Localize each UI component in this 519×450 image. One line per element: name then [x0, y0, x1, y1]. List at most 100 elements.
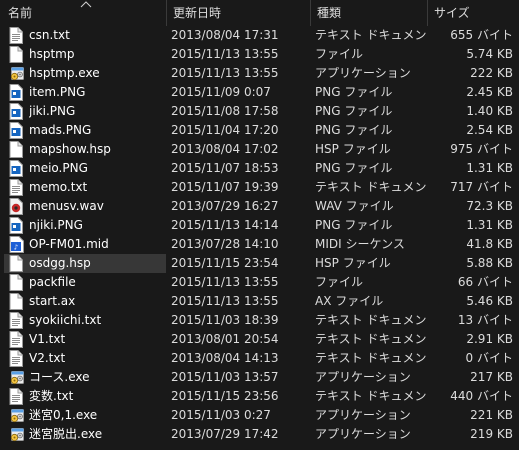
file-type: PNG ファイル: [315, 161, 393, 175]
image-file-icon: [9, 121, 25, 140]
file-modified-date: 2015/11/08 17:58: [171, 104, 279, 118]
column-header-type-label: 種類: [317, 6, 342, 20]
file-type: WAV ファイル: [315, 199, 394, 213]
file-modified-date: 2015/11/03 18:39: [171, 313, 279, 327]
text-document-icon: [9, 311, 25, 330]
file-size: 2.45 KB: [466, 85, 513, 99]
application-icon: [9, 406, 25, 425]
file-rows: csn.txt 2013/08/04 17:31 テキスト ドキュメント 655 バイ…: [0, 26, 519, 444]
file-row[interactable]: 迷宮脱出.exe 2013/07/29 17:42 アプリケーション 219 KB: [0, 425, 519, 444]
file-row[interactable]: start.ax 2015/11/13 13:55 AX ファイル 5.46 KB: [0, 292, 519, 311]
file-row[interactable]: syokiichi.txt 2015/11/03 18:39 テキスト ドキュメント…: [0, 311, 519, 330]
text-document-icon: [9, 349, 25, 368]
file-row[interactable]: packfile 2015/11/13 13:55 ファイル 66 バイト: [0, 273, 519, 292]
file-type: HSP ファイル: [315, 256, 391, 270]
file-row[interactable]: hsptmp.exe 2015/11/13 13:55 アプリケーション 222 KB: [0, 64, 519, 83]
application-icon: [9, 425, 25, 444]
file-modified-date: 2015/11/09 0:07: [171, 85, 271, 99]
file-row[interactable]: コース.exe 2015/11/03 13:57 アプリケーション 217 KB: [0, 368, 519, 387]
column-header-name-label: 名前: [8, 6, 33, 20]
file-icon: [9, 273, 25, 292]
file-row[interactable]: meio.PNG 2015/11/07 18:53 PNG ファイル 1.31 KB: [0, 159, 519, 178]
file-name: syokiichi.txt: [29, 313, 102, 327]
column-header-size[interactable]: サイズ: [428, 0, 519, 26]
file-type: HSP ファイル: [315, 142, 391, 156]
file-size: 717 バイト: [450, 180, 513, 194]
text-document-icon: [9, 178, 25, 197]
file-size: 1.31 KB: [466, 161, 513, 175]
file-row[interactable]: menusv.wav 2013/07/29 16:27 WAV ファイル 72.3 K…: [0, 197, 519, 216]
file-modified-date: 2013/07/28 14:10: [171, 237, 279, 251]
file-size: 5.46 KB: [466, 294, 513, 308]
audio-file-icon: [9, 197, 25, 216]
file-row[interactable]: 迷宮0,1.exe 2015/11/03 0:27 アプリケーション 221 KB: [0, 406, 519, 425]
file-row[interactable]: osdgg.hsp 2015/11/15 23:54 HSP ファイル 5.88 KB: [0, 254, 519, 273]
file-name: item.PNG: [29, 85, 86, 99]
file-type: アプリケーション: [315, 66, 411, 80]
file-icon: [9, 292, 25, 311]
file-name: osdgg.hsp: [29, 256, 91, 270]
file-modified-date: 2015/11/13 13:55: [171, 47, 279, 61]
file-row[interactable]: jiki.PNG 2015/11/08 17:58 PNG ファイル 1.40 KB: [0, 102, 519, 121]
file-type: PNG ファイル: [315, 104, 393, 118]
file-name: V2.txt: [29, 351, 66, 365]
file-type: テキスト ドキュメント: [315, 313, 430, 327]
file-row[interactable]: mapshow.hsp 2013/08/04 17:02 HSP ファイル 975 バ…: [0, 140, 519, 159]
file-size: 5.88 KB: [466, 256, 513, 270]
file-type: PNG ファイル: [315, 218, 393, 232]
file-row[interactable]: item.PNG 2015/11/09 0:07 PNG ファイル 2.45 KB: [0, 83, 519, 102]
file-row[interactable]: njiki.PNG 2015/11/13 14:14 PNG ファイル 1.31 KB: [0, 216, 519, 235]
file-row[interactable]: ♪ OP-FM01.mid 2013/07/28 14:10 MIDI シーケンス 41…: [0, 235, 519, 254]
file-name: OP-FM01.mid: [29, 237, 109, 251]
file-size: 1.31 KB: [466, 218, 513, 232]
file-name: memo.txt: [29, 180, 88, 194]
file-modified-date: 2015/11/15 23:56: [171, 389, 279, 403]
file-size: 655 バイト: [450, 28, 513, 42]
file-size: 5.74 KB: [466, 47, 513, 61]
file-icon: [9, 254, 25, 273]
file-row[interactable]: hsptmp 2015/11/13 13:55 ファイル 5.74 KB: [0, 45, 519, 64]
file-name: mads.PNG: [29, 123, 92, 137]
file-type: テキスト ドキュメント: [315, 28, 430, 42]
column-header-size-label: サイズ: [434, 6, 470, 20]
file-size: 66 バイト: [457, 275, 513, 289]
application-icon: [9, 368, 25, 387]
file-modified-date: 2013/08/01 20:54: [171, 332, 279, 346]
file-modified-date: 2015/11/15 23:54: [171, 256, 279, 270]
file-size: 975 バイト: [450, 142, 513, 156]
file-modified-date: 2015/11/07 19:39: [171, 180, 279, 194]
sort-up-arrow-icon: [80, 1, 92, 8]
file-type: PNG ファイル: [315, 85, 393, 99]
file-type: MIDI シーケンス: [315, 237, 405, 251]
file-type: AX ファイル: [315, 294, 384, 308]
text-document-icon: [9, 26, 25, 45]
file-name: 変数.txt: [29, 389, 74, 403]
file-size: 2.54 KB: [466, 123, 513, 137]
file-name: mapshow.hsp: [29, 142, 111, 156]
file-row[interactable]: csn.txt 2013/08/04 17:31 テキスト ドキュメント 655 バイ…: [0, 26, 519, 45]
file-type: アプリケーション: [315, 427, 411, 441]
file-type: テキスト ドキュメント: [315, 351, 430, 365]
file-name: meio.PNG: [29, 161, 88, 175]
file-name: 迷宮脱出.exe: [29, 427, 103, 441]
column-header-type[interactable]: 種類: [311, 0, 427, 26]
file-row[interactable]: V2.txt 2013/08/04 14:13 テキスト ドキュメント 0 バイト: [0, 349, 519, 368]
file-icon: [9, 140, 25, 159]
file-modified-date: 2015/11/07 18:53: [171, 161, 279, 175]
column-header-modified[interactable]: 更新日時: [167, 0, 310, 26]
file-modified-date: 2015/11/04 17:20: [171, 123, 279, 137]
file-list-view: 名前 更新日時 種類 サイズ csn.txt 2013/08/04 17:31 テキ…: [0, 0, 519, 450]
text-document-icon: [9, 330, 25, 349]
file-modified-date: 2015/11/13 13:55: [171, 275, 279, 289]
file-row[interactable]: memo.txt 2015/11/07 19:39 テキスト ドキュメント 717 バ…: [0, 178, 519, 197]
file-row[interactable]: 変数.txt 2015/11/15 23:56 テキスト ドキュメント 440 バイト: [0, 387, 519, 406]
file-name: menusv.wav: [29, 199, 104, 213]
file-name: 迷宮0,1.exe: [29, 408, 98, 422]
file-type: テキスト ドキュメント: [315, 389, 430, 403]
file-modified-date: 2013/07/29 16:27: [171, 199, 279, 213]
file-size: 440 バイト: [450, 389, 513, 403]
file-row[interactable]: V1.txt 2013/08/01 20:54 テキスト ドキュメント 2.91 KB: [0, 330, 519, 349]
file-size: 13 バイト: [457, 313, 513, 327]
file-name: hsptmp.exe: [29, 66, 100, 80]
file-row[interactable]: mads.PNG 2015/11/04 17:20 PNG ファイル 2.54 KB: [0, 121, 519, 140]
